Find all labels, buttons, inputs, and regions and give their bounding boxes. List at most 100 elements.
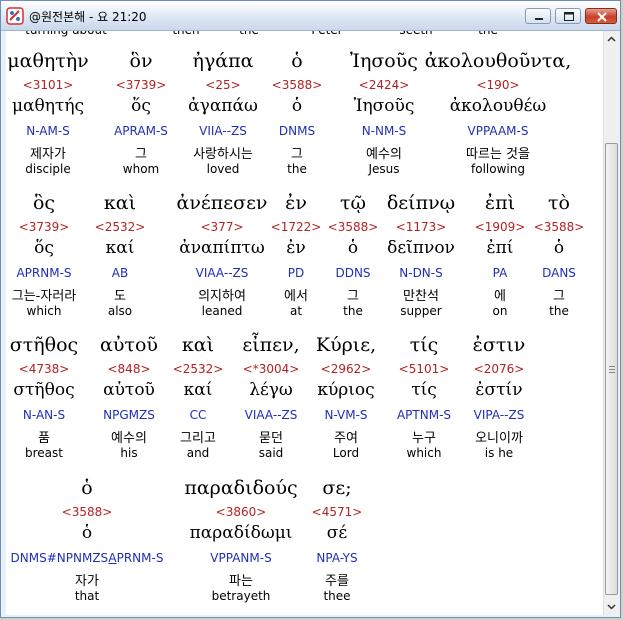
word-greek[interactable]: δείπνῳ: [387, 192, 455, 214]
scroll-down-button[interactable]: [604, 598, 619, 615]
word-lexeme: ὁ: [553, 238, 565, 258]
word-strong[interactable]: <377>: [200, 220, 243, 234]
word-strong[interactable]: <848>: [107, 362, 150, 376]
word-strong[interactable]: <3588>: [534, 220, 585, 234]
word-lexeme: τίς: [411, 380, 437, 400]
word-korean: 예수의: [366, 147, 402, 162]
word-greek[interactable]: σε;: [322, 477, 351, 499]
word-parse: DNMS: [278, 124, 316, 138]
word-greek[interactable]: ὁ: [81, 477, 92, 499]
word-parse: VIAA--ZS: [195, 266, 249, 280]
word-parse: N-DN-S: [399, 266, 443, 280]
scroll-thumb[interactable]: [605, 143, 618, 595]
word-strong[interactable]: <4738>: [19, 362, 70, 376]
word-strong[interactable]: <3588>: [328, 220, 379, 234]
vertical-scrollbar[interactable]: [603, 31, 619, 615]
word-strong[interactable]: <3588>: [272, 78, 323, 92]
word-lexeme: ὁ: [347, 238, 359, 258]
word-greek[interactable]: ἠγάπα: [193, 50, 254, 72]
word-lexeme: ὅς: [131, 96, 151, 116]
word-strong[interactable]: <25>: [205, 78, 240, 92]
word-parse: APTNM-S: [396, 408, 452, 422]
word-strong[interactable]: <3588>: [62, 505, 113, 519]
word-greek[interactable]: παραδιδούς: [184, 477, 297, 499]
scroll-up-button[interactable]: [604, 31, 619, 48]
word-strong[interactable]: <1909>: [475, 220, 526, 234]
word-lexeme: ἐν: [286, 238, 306, 258]
maximize-button[interactable]: [555, 8, 581, 24]
word-strong[interactable]: <2962>: [321, 362, 372, 376]
word-lexeme: καί: [105, 238, 135, 258]
word-english: breast: [25, 446, 63, 460]
word-greek[interactable]: καὶ: [182, 334, 214, 356]
word-strong[interactable]: <190>: [476, 78, 519, 92]
word-greek[interactable]: στῆθος: [10, 334, 78, 356]
word-korean: 도: [114, 289, 126, 304]
word-english: supper: [400, 304, 442, 318]
word-greek[interactable]: αὐτοῦ: [100, 334, 158, 356]
word-lexeme: ἐστίν: [475, 380, 523, 400]
word-strong[interactable]: <2532>: [95, 220, 146, 234]
close-icon: [597, 12, 607, 22]
word-korean: 주를: [325, 574, 349, 589]
word-english: also: [107, 304, 133, 318]
minimize-button[interactable]: [525, 8, 551, 24]
word-english: is he: [484, 446, 514, 460]
word-korean: 따르는 것을: [466, 147, 530, 162]
word-lexeme: ὁ: [81, 523, 93, 543]
title-bar[interactable]: @원전본해 - 요 21:20: [1, 1, 620, 31]
word-korean: 사랑하시는: [193, 147, 253, 162]
word-strong[interactable]: <2532>: [173, 362, 224, 376]
word-greek[interactable]: μαθητὴν: [7, 50, 88, 72]
minimize-icon: [535, 18, 543, 20]
word-greek[interactable]: ἀκολουθοῦντα,: [425, 50, 572, 72]
word-parse: VPPANM-S: [210, 551, 272, 565]
word-strong[interactable]: <3101>: [23, 78, 74, 92]
word-lexeme: ὁ: [291, 96, 303, 116]
word-strong[interactable]: <3860>: [216, 505, 267, 519]
word-lexeme: καί: [183, 380, 213, 400]
word-korean: 그: [553, 289, 565, 304]
word-greek[interactable]: τὸ: [548, 192, 570, 214]
word-greek[interactable]: ἀνέπεσεν: [177, 192, 268, 214]
word-greek[interactable]: τῷ: [340, 192, 366, 214]
word-lexeme: αὑτοῦ: [103, 380, 155, 400]
word-lexeme: ἀγαπάω: [188, 96, 258, 116]
word-lexeme: σέ: [326, 523, 348, 543]
word-greek[interactable]: ἐν: [285, 192, 307, 214]
word-greek[interactable]: ὃν: [130, 50, 153, 72]
word-korean: 그: [135, 147, 147, 162]
word-greek[interactable]: ἐστιν: [473, 334, 526, 356]
word-strong[interactable]: <3739>: [19, 220, 70, 234]
word-strong[interactable]: <2076>: [474, 362, 525, 376]
word-lexeme: ὅς: [34, 238, 54, 258]
word-greek[interactable]: τίς: [410, 334, 439, 356]
word-greek[interactable]: καὶ: [104, 192, 136, 214]
word-greek[interactable]: ἐπὶ: [485, 192, 515, 214]
word-english: his: [120, 446, 138, 460]
word-english: following: [471, 162, 525, 176]
close-button[interactable]: [585, 8, 617, 24]
word-strong[interactable]: <*3004>: [243, 362, 300, 376]
word-greek[interactable]: ὁ: [291, 50, 302, 72]
word-lexeme: ἀναπίπτω: [179, 238, 265, 258]
word-parse: N-NM-S: [361, 124, 407, 138]
word-lexeme: ἀκολουθέω: [449, 96, 547, 116]
word-greek[interactable]: Κύριε,: [316, 334, 376, 356]
word-greek[interactable]: Ἰησοῦς: [350, 50, 418, 72]
word-strong[interactable]: <4571>: [312, 505, 363, 519]
previous-line-word: then: [172, 31, 199, 37]
word-strong[interactable]: <1173>: [396, 220, 447, 234]
previous-line-fragment: turning about then the Peter seeth the: [6, 31, 603, 37]
word-english: betrayeth: [211, 589, 271, 603]
word-parse: DNMS#NPNMZSAPRNM-S: [10, 551, 164, 565]
word-greek[interactable]: εἶπεν,: [242, 334, 299, 356]
word-strong[interactable]: <3739>: [116, 78, 167, 92]
word-lexeme: ἐπί: [486, 238, 514, 258]
word-korean: 그리고: [180, 431, 216, 446]
word-strong[interactable]: <1722>: [271, 220, 322, 234]
word-greek[interactable]: ὃς: [33, 192, 55, 214]
word-strong[interactable]: <5101>: [399, 362, 450, 376]
word-strong[interactable]: <2424>: [359, 78, 410, 92]
word-lexeme: δεῖπνον: [387, 238, 455, 258]
